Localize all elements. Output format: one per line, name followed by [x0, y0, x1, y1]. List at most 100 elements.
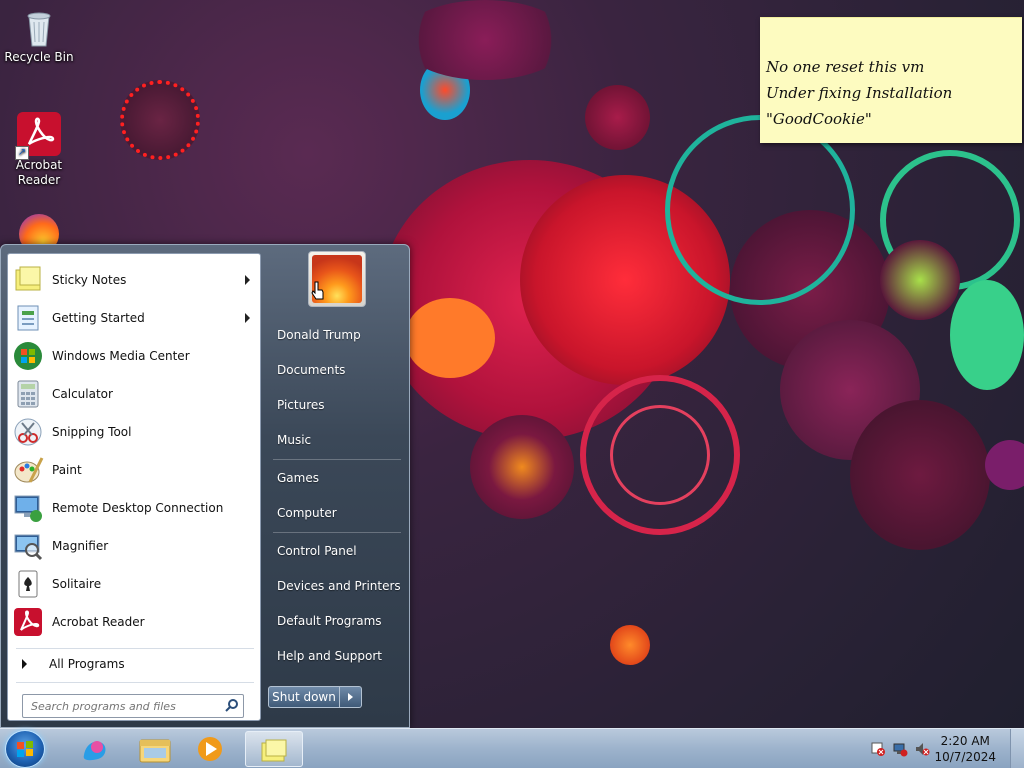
taskbar-explorer-button[interactable]: [126, 731, 184, 767]
snipping-tool-icon: [12, 416, 44, 448]
submenu-arrow-icon[interactable]: [245, 275, 250, 285]
search-input[interactable]: [31, 699, 211, 713]
all-programs-button[interactable]: All Programs: [12, 652, 258, 676]
computer-label: Computer: [277, 506, 337, 520]
program-label: Solitaire: [52, 577, 102, 591]
sticky-note-line: "GoodCookie": [766, 110, 872, 128]
show-desktop-button[interactable]: [1010, 729, 1024, 768]
clock-date: 10/7/2024: [934, 750, 996, 764]
start-menu: Sticky Notes Getting Started Windows Med…: [0, 244, 410, 728]
program-paint[interactable]: Paint: [12, 452, 258, 488]
start-user-name[interactable]: Donald Trump: [269, 320, 403, 350]
volume-muted-icon[interactable]: [914, 741, 930, 760]
start-search-box[interactable]: [22, 694, 244, 718]
notification-area: 2:20 AM 10/7/2024: [854, 729, 1024, 768]
start-devices-and-printers[interactable]: Devices and Printers: [269, 571, 403, 601]
program-windows-media-center[interactable]: Windows Media Center: [12, 338, 258, 374]
shortcut-arrow-icon: ↗: [15, 146, 29, 160]
clock-time: 2:20 AM: [940, 734, 990, 748]
acrobat-reader-label-line2: Reader: [17, 173, 61, 187]
submenu-arrow-icon[interactable]: [245, 313, 250, 323]
magnifier-icon: [12, 530, 44, 562]
program-calculator[interactable]: Calculator: [12, 376, 258, 412]
acrobat-reader-label-line1: Acrobat: [15, 158, 63, 172]
right-separator: [273, 532, 401, 533]
program-label: Paint: [52, 463, 82, 477]
recycle-bin-label: Recycle Bin: [4, 50, 74, 64]
start-help-and-support[interactable]: Help and Support: [269, 641, 403, 671]
chevron-right-icon: [348, 693, 353, 701]
action-center-alert-icon[interactable]: [870, 741, 886, 760]
acrobat-reader-icon: [12, 606, 44, 638]
documents-label: Documents: [277, 363, 346, 377]
taskbar-sticky-notes-button[interactable]: [245, 731, 303, 767]
shutdown-label: Shut down: [272, 690, 336, 704]
recycle-bin-icon: [19, 8, 59, 48]
music-label: Music: [277, 433, 312, 447]
remote-desktop-icon: [12, 492, 44, 524]
right-separator: [273, 459, 401, 460]
all-programs-label: All Programs: [49, 657, 125, 671]
acrobat-reader-desktop-icon[interactable]: ↗ Acrobat Reader: [1, 112, 77, 188]
devices-printers-label: Devices and Printers: [277, 579, 401, 593]
control-panel-label: Control Panel: [277, 544, 357, 558]
windows-logo-icon: [17, 741, 33, 757]
start-games[interactable]: Games: [269, 463, 403, 493]
help-support-label: Help and Support: [277, 649, 382, 663]
sticky-note-line: Under fixing Installation: [766, 84, 953, 102]
start-menu-programs-pane: Sticky Notes Getting Started Windows Med…: [7, 253, 261, 721]
taskbar-media-player-button[interactable]: [184, 731, 242, 767]
search-separator: [16, 682, 254, 683]
program-label: Calculator: [52, 387, 113, 401]
program-snipping-tool[interactable]: Snipping Tool: [12, 414, 258, 450]
shutdown-options-button[interactable]: [340, 686, 362, 708]
taskbar-windows-live-button[interactable]: [68, 731, 126, 767]
program-sticky-notes[interactable]: Sticky Notes: [12, 262, 258, 298]
start-control-panel[interactable]: Control Panel: [269, 536, 403, 566]
program-label: Acrobat Reader: [52, 615, 145, 629]
start-documents[interactable]: Documents: [269, 355, 403, 385]
start-default-programs[interactable]: Default Programs: [269, 606, 403, 636]
shutdown-control: Shut down: [268, 686, 362, 708]
pictures-label: Pictures: [277, 398, 325, 412]
program-acrobat-reader[interactable]: Acrobat Reader: [12, 604, 258, 640]
user-name-label: Donald Trump: [277, 328, 361, 342]
program-solitaire[interactable]: Solitaire: [12, 566, 258, 602]
games-label: Games: [277, 471, 319, 485]
program-label: Getting Started: [52, 311, 145, 325]
search-icon: [225, 698, 239, 715]
programs-separator: [16, 648, 254, 649]
network-alert-icon[interactable]: [892, 741, 908, 760]
media-center-icon: [12, 340, 44, 372]
program-label: Snipping Tool: [52, 425, 132, 439]
start-computer[interactable]: Computer: [269, 498, 403, 528]
windows-live-icon: [83, 741, 106, 761]
sticky-note-line: No one reset this vm: [766, 58, 925, 76]
explorer-icon: [139, 739, 171, 763]
start-music[interactable]: Music: [269, 425, 403, 455]
program-getting-started[interactable]: Getting Started: [12, 300, 258, 336]
program-remote-desktop-connection[interactable]: Remote Desktop Connection: [12, 490, 258, 526]
calculator-icon: [12, 378, 44, 410]
sticky-notes-icon: [12, 264, 44, 296]
paint-icon: [12, 454, 44, 486]
start-pictures[interactable]: Pictures: [269, 390, 403, 420]
recycle-bin-desktop-icon[interactable]: Recycle Bin: [1, 8, 77, 65]
program-label: Remote Desktop Connection: [52, 501, 224, 515]
sticky-notes-icon: [261, 739, 287, 762]
program-magnifier[interactable]: Magnifier: [12, 528, 258, 564]
mouse-cursor-icon: [311, 281, 325, 300]
default-programs-label: Default Programs: [277, 614, 382, 628]
program-label: Windows Media Center: [52, 349, 190, 363]
start-orb-button[interactable]: [5, 730, 45, 768]
sticky-note[interactable]: No one reset this vm Under fixing Instal…: [760, 17, 1022, 143]
getting-started-icon: [12, 302, 44, 334]
taskbar: 2:20 AM 10/7/2024: [0, 728, 1024, 768]
shutdown-button[interactable]: Shut down: [268, 686, 340, 708]
program-label: Sticky Notes: [52, 273, 127, 287]
acrobat-reader-icon: ↗: [15, 112, 61, 160]
taskbar-clock[interactable]: 2:20 AM 10/7/2024: [934, 733, 996, 765]
program-label: Magnifier: [52, 539, 109, 553]
media-player-icon: [198, 737, 222, 761]
all-programs-arrow-icon: [22, 659, 27, 669]
